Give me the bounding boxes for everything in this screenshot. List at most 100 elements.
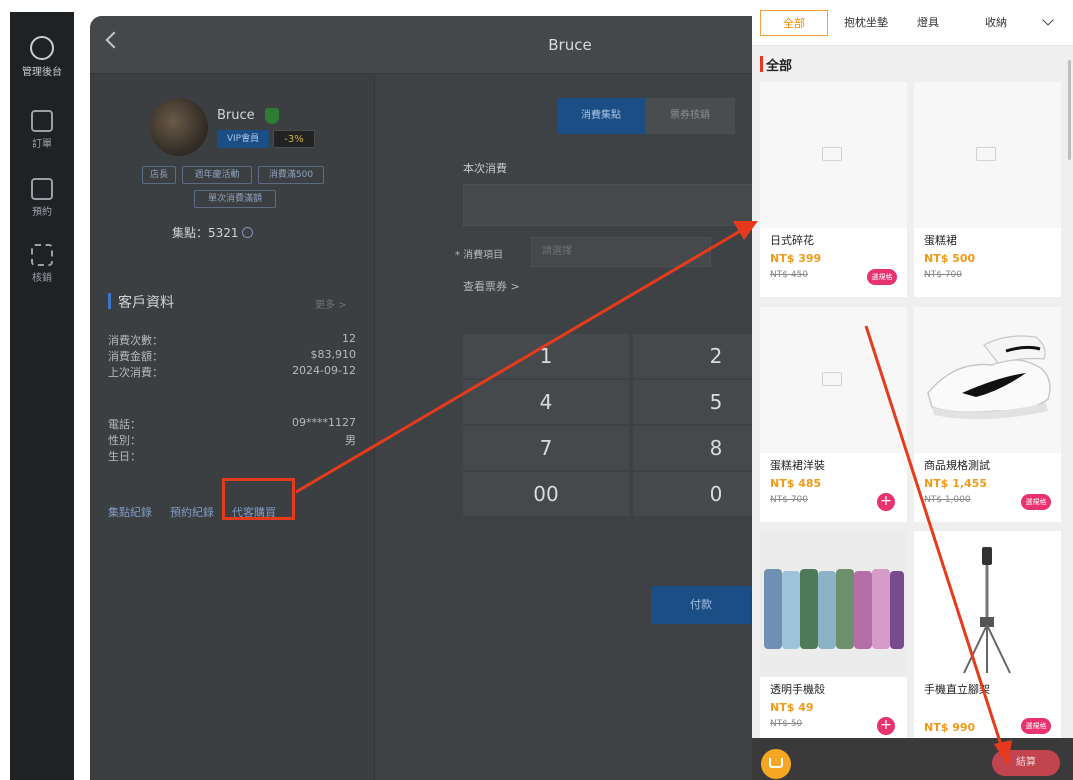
product-card[interactable]: 手機直立腳架 NT$ 990 選規格 <box>914 531 1061 746</box>
customer-name: Bruce <box>217 108 255 123</box>
view-voucher-link[interactable]: 查看票券 > <box>463 278 520 294</box>
customer-page: Bruce Bruce VIP會員 -3% 店長 週年慶活動 消費滿500 單次… <box>90 16 752 780</box>
tab-earn-points[interactable]: 消費集點 <box>557 98 645 134</box>
tab-all[interactable]: 全部 <box>760 10 828 36</box>
nav-item-admin[interactable]: 管理後台 <box>10 36 74 78</box>
product-price: NT$ 399 <box>770 252 822 265</box>
info-icon[interactable] <box>241 227 253 238</box>
points-text: 集點：5321 <box>172 226 239 240</box>
section-title: 客戶資料 <box>118 295 174 311</box>
contact-label: 生日： <box>108 450 141 463</box>
category-tabs: 全部 抱枕坐墊 燈具 收納 <box>752 0 1073 46</box>
amount-input[interactable] <box>463 184 752 226</box>
tripod-image <box>963 547 1011 674</box>
product-original-price: NT$ 700 <box>770 495 808 505</box>
keypad-key[interactable]: 5 <box>633 380 752 424</box>
cart-button[interactable] <box>761 749 791 779</box>
nav-item-orders[interactable]: 訂單 <box>10 110 74 150</box>
item-select[interactable]: 請選擇 <box>531 237 711 267</box>
select-spec-button[interactable]: 選規格 <box>1021 494 1051 510</box>
tab-lighting[interactable]: 燈具 <box>904 10 952 36</box>
chevron-down-icon[interactable] <box>1042 14 1054 26</box>
points-history-link[interactable]: 集點紀錄 <box>108 504 152 520</box>
product-image <box>760 82 907 228</box>
points-total: 集點：5321 <box>172 224 253 241</box>
product-image <box>914 82 1061 228</box>
verified-shield-icon <box>265 108 279 124</box>
product-card[interactable]: 蛋糕裙洋裝 NT$ 485 NT$ 700 + <box>760 307 907 522</box>
stat-label: 消費金額： <box>108 350 163 363</box>
keypad-key[interactable]: 00 <box>463 472 629 516</box>
nav-item-redeem[interactable]: 核銷 <box>10 244 74 284</box>
image-placeholder-icon <box>822 147 842 161</box>
item-label: * 消費項目 <box>455 250 504 261</box>
discount-badge: -3% <box>273 130 315 148</box>
page-header: Bruce <box>90 16 752 74</box>
image-placeholder-icon <box>976 147 996 161</box>
clipboard-icon <box>31 110 53 132</box>
section-marker <box>760 56 763 72</box>
product-name: 商品規格測試 <box>924 459 990 472</box>
keypad-key[interactable]: 8 <box>633 426 752 470</box>
points-form: 消費集點 票券核銷 本次消費 * 消費項目 請選擇 查看票券 > 1 2 4 5… <box>375 74 752 780</box>
select-spec-button[interactable]: 選規格 <box>867 269 897 285</box>
nav-label: 管理後台 <box>22 67 62 78</box>
product-original-price: NT$ 1,000 <box>924 495 971 505</box>
product-card[interactable]: 日式碎花 NT$ 399 NT$ 450 選規格 <box>760 82 907 297</box>
page-title: Bruce <box>548 36 592 54</box>
product-price: NT$ 49 <box>770 701 814 714</box>
contact-value: 09****1127 <box>292 416 356 429</box>
checkout-bar: 結算 <box>752 738 1073 780</box>
nav-label: 訂單 <box>32 139 52 150</box>
product-image <box>760 307 907 453</box>
product-image <box>914 531 1061 677</box>
section-marker <box>108 293 111 309</box>
keypad-key[interactable]: 1 <box>463 334 629 378</box>
stat-label: 消費次數： <box>108 334 163 347</box>
amount-label: 本次消費 <box>463 162 507 175</box>
tab-storage[interactable]: 收納 <box>972 10 1020 36</box>
product-name: 手機直立腳架 <box>924 683 990 696</box>
keypad-key[interactable]: 4 <box>463 380 629 424</box>
nav-item-booking[interactable]: 預約 <box>10 178 74 218</box>
stat-value: $83,910 <box>310 348 357 361</box>
contact-value: 男 <box>345 434 356 447</box>
add-to-cart-button[interactable]: + <box>877 493 895 511</box>
product-card[interactable]: 商品規格測試 NT$ 1,455 NT$ 1,000 選規格 <box>914 307 1061 522</box>
phone-cases-image <box>760 531 907 677</box>
booking-history-link[interactable]: 預約紀錄 <box>170 504 214 520</box>
product-price: NT$ 990 <box>924 721 976 734</box>
product-price: NT$ 500 <box>924 252 976 265</box>
nav-label: 預約 <box>32 207 52 218</box>
product-original-price: NT$ 450 <box>770 270 808 280</box>
tab-pillows[interactable]: 抱枕坐墊 <box>832 10 900 36</box>
avatar <box>150 98 208 156</box>
product-panel: 全部 抱枕坐墊 燈具 收納 全部 日式碎花 NT$ 399 NT$ 450 選規… <box>752 0 1073 780</box>
product-name: 透明手機殼 <box>770 683 825 696</box>
scrollbar[interactable] <box>1068 60 1071 160</box>
product-card[interactable]: 透明手機殼 NT$ 49 NT$ 50 + <box>760 531 907 746</box>
keypad-key[interactable]: 0 <box>633 472 752 516</box>
more-link[interactable]: 更多 > <box>315 296 347 311</box>
image-placeholder-icon <box>822 372 842 386</box>
keypad-key[interactable]: 7 <box>463 426 629 470</box>
tab-redeem-voucher[interactable]: 票券核銷 <box>645 98 735 134</box>
select-spec-button[interactable]: 選規格 <box>1021 718 1051 734</box>
stat-label: 上次消費： <box>108 366 163 379</box>
customer-tag: 週年慶活動 <box>182 166 252 184</box>
product-name: 日式碎花 <box>770 234 814 247</box>
keypad-key[interactable]: 2 <box>633 334 752 378</box>
checkout-button[interactable]: 結算 <box>992 750 1060 776</box>
product-name: 蛋糕裙 <box>924 234 957 247</box>
pay-button[interactable]: 付款 <box>651 586 751 624</box>
add-to-cart-button[interactable]: + <box>877 717 895 735</box>
section-heading: 全部 <box>766 59 793 74</box>
profile-column: Bruce VIP會員 -3% 店長 週年慶活動 消費滿500 單次消費滿額 集… <box>90 74 375 780</box>
screenshot-stage: 管理後台 訂單 預約 核銷 Bruce Bruce VIP會員 -3% 店長 週… <box>0 0 1073 780</box>
annotation-highlight-box <box>222 478 295 520</box>
product-price: NT$ 485 <box>770 477 822 490</box>
product-image <box>760 531 907 677</box>
product-card[interactable]: 蛋糕裙 NT$ 500 NT$ 700 <box>914 82 1061 297</box>
product-price: NT$ 1,455 <box>924 477 987 490</box>
side-nav: 管理後台 訂單 預約 核銷 <box>10 12 74 780</box>
